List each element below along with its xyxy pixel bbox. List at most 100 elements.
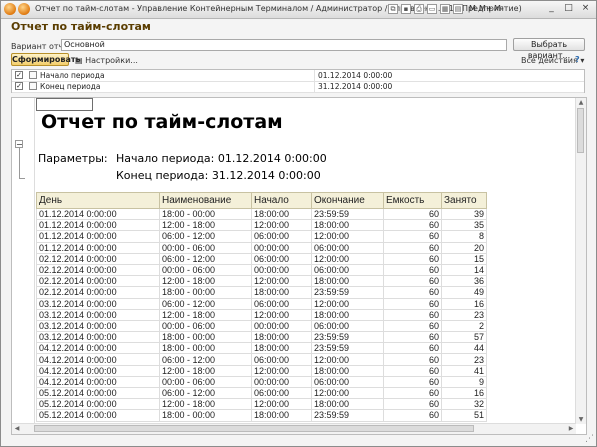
close-button[interactable]: × — [579, 3, 592, 15]
memory-plus-button[interactable]: M+ — [479, 4, 493, 13]
cell-occupied: 23 — [441, 308, 487, 321]
params-row[interactable]: ✓ Конец периода 31.12.2014 0:00:00 — [12, 81, 584, 93]
cell-occupied: 16 — [441, 297, 487, 310]
calendar-icon[interactable]: ▤ — [453, 4, 463, 14]
table-row[interactable]: 05.12.2014 0:00:00 12:00 - 18:00 12:00:00 1… — [36, 398, 487, 411]
cell-capacity: 60 — [383, 275, 442, 288]
table-row[interactable]: 03.12.2014 0:00:00 12:00 - 18:00 12:00:00 1… — [36, 308, 487, 321]
cell-capacity: 60 — [383, 241, 442, 254]
cell-name: 12:00 - 18:00 — [159, 219, 252, 232]
param-name: Конец периода — [40, 82, 101, 91]
save-icon[interactable]: ▪ — [401, 4, 411, 14]
table-row[interactable]: 02.12.2014 0:00:00 06:00 - 12:00 06:00:00 1… — [36, 252, 487, 265]
scroll-left-icon[interactable]: ◀ — [12, 424, 22, 433]
cell-capacity: 60 — [383, 207, 442, 221]
table-row[interactable]: 02.12.2014 0:00:00 12:00 - 18:00 12:00:00 1… — [36, 275, 487, 288]
cell-start: 12:00:00 — [251, 364, 312, 377]
cell-day: 02.12.2014 0:00:00 — [36, 263, 160, 277]
cell-occupied: 14 — [441, 263, 487, 277]
horizontal-scrollbar[interactable]: ◀ ▶ — [12, 423, 576, 434]
table-row[interactable]: 04.12.2014 0:00:00 00:00 - 06:00 00:00:00 0… — [36, 375, 487, 389]
cell-end: 12:00:00 — [311, 297, 384, 310]
param-start-text: Начало периода: 01.12.2014 0:00:00 — [116, 152, 327, 165]
cell-start: 18:00:00 — [251, 331, 312, 344]
param-checkbox[interactable]: ✓ — [15, 82, 23, 90]
cell-capacity: 60 — [383, 308, 442, 321]
cell-day: 01.12.2014 0:00:00 — [36, 230, 160, 243]
cell-day: 01.12.2014 0:00:00 — [36, 219, 160, 232]
memory-minus-button[interactable]: M- — [494, 4, 504, 13]
cell-occupied: 32 — [441, 398, 487, 411]
table-row[interactable]: 05.12.2014 0:00:00 06:00 - 12:00 06:00:00 1… — [36, 386, 487, 400]
cell-name: 06:00 - 12:00 — [159, 230, 252, 243]
print-icon[interactable]: ⎙ — [414, 4, 424, 14]
table-row[interactable]: 03.12.2014 0:00:00 00:00 - 06:00 00:00:00 0… — [36, 319, 487, 333]
table-row[interactable]: 01.12.2014 0:00:00 18:00 - 00:00 18:00:00 2… — [36, 207, 487, 221]
cell-name: 12:00 - 18:00 — [159, 275, 252, 288]
group-gutter: − — [12, 98, 35, 434]
table-row[interactable]: 01.12.2014 0:00:00 00:00 - 06:00 00:00:00 0… — [36, 241, 487, 254]
cell-occupied: 9 — [441, 375, 487, 389]
table-row[interactable]: 04.12.2014 0:00:00 06:00 - 12:00 06:00:00 1… — [36, 353, 487, 366]
variant-field[interactable]: Основной — [61, 39, 507, 51]
cell-end: 18:00:00 — [311, 364, 384, 377]
help-button[interactable]: ? — [575, 55, 580, 64]
cell-day: 03.12.2014 0:00:00 — [36, 319, 160, 333]
cell-end: 23:59:59 — [311, 286, 384, 299]
scroll-right-icon[interactable]: ▶ — [566, 424, 576, 433]
cell-day: 02.12.2014 0:00:00 — [36, 286, 160, 299]
cell-start: 00:00:00 — [251, 263, 312, 277]
cell-capacity: 60 — [383, 353, 442, 366]
report-document[interactable]: − Отчет по тайм-слотам Параметры: Начало… — [11, 97, 587, 435]
table-row[interactable]: 03.12.2014 0:00:00 18:00 - 00:00 18:00:00 2… — [36, 331, 487, 344]
calculator-icon[interactable]: ▦ — [440, 4, 450, 14]
column-header-end: Окончание — [311, 192, 384, 209]
cell-name: 06:00 - 12:00 — [159, 252, 252, 265]
back-orb-icon[interactable] — [18, 3, 30, 15]
table-row[interactable]: 01.12.2014 0:00:00 12:00 - 18:00 12:00:00 1… — [36, 219, 487, 232]
param-checkbox[interactable]: ✓ — [15, 71, 23, 79]
generate-button[interactable]: Сформировать — [11, 53, 81, 66]
report-heading: Отчет по тайм-слотам — [41, 111, 283, 133]
cell-name: 06:00 - 12:00 — [159, 353, 252, 366]
cell-capacity: 60 — [383, 331, 442, 344]
cell-start: 00:00:00 — [251, 319, 312, 333]
maximize-button[interactable]: □ — [562, 3, 575, 15]
copy-icon[interactable]: ⧉ — [388, 4, 398, 14]
table-row[interactable]: 04.12.2014 0:00:00 18:00 - 00:00 18:00:00 2… — [36, 342, 487, 355]
column-header-start: Начало — [251, 192, 312, 209]
table-row[interactable]: 02.12.2014 0:00:00 18:00 - 00:00 18:00:00 2… — [36, 286, 487, 299]
cell-start: 18:00:00 — [251, 207, 312, 221]
cell-occupied: 23 — [441, 353, 487, 366]
table-row[interactable]: 04.12.2014 0:00:00 12:00 - 18:00 12:00:00 1… — [36, 364, 487, 377]
scroll-down-icon[interactable]: ▼ — [576, 415, 586, 424]
param-value[interactable]: 31.12.2014 0:00:00 — [318, 82, 392, 91]
horizontal-scroll-thumb[interactable] — [34, 425, 474, 432]
param-value[interactable]: 01.12.2014 0:00:00 — [318, 71, 392, 80]
cell-day: 04.12.2014 0:00:00 — [36, 375, 160, 389]
cell-start: 06:00:00 — [251, 252, 312, 265]
preview-icon[interactable]: ▭ — [427, 4, 437, 14]
vertical-scrollbar[interactable]: ▲ ▼ — [575, 98, 586, 424]
cell-capacity: 60 — [383, 252, 442, 265]
cell-day: 03.12.2014 0:00:00 — [36, 331, 160, 344]
cell-name: 00:00 - 06:00 — [159, 319, 252, 333]
table-row[interactable]: 01.12.2014 0:00:00 06:00 - 12:00 06:00:00 1… — [36, 230, 487, 243]
app-menu-orb-icon[interactable] — [4, 3, 16, 15]
settings-button[interactable]: ▤ Настройки... — [75, 56, 138, 65]
scroll-up-icon[interactable]: ▲ — [576, 98, 586, 107]
table-row[interactable]: 03.12.2014 0:00:00 06:00 - 12:00 06:00:00 1… — [36, 297, 487, 310]
title-toolbar: ⧉ ▪ ⎙ ▭ ▦ ▤ — [388, 4, 463, 14]
table-row[interactable]: 02.12.2014 0:00:00 00:00 - 06:00 00:00:00 0… — [36, 263, 487, 277]
cell-day: 02.12.2014 0:00:00 — [36, 252, 160, 265]
collapse-group-icon[interactable]: − — [15, 140, 23, 149]
cell-end: 12:00:00 — [311, 252, 384, 265]
minimize-button[interactable]: _ — [545, 3, 558, 15]
vertical-scroll-thumb[interactable] — [577, 108, 584, 153]
column-header-name: Наименование — [159, 192, 252, 209]
table-row[interactable]: 05.12.2014 0:00:00 18:00 - 00:00 18:00:00 2… — [36, 409, 487, 422]
choose-variant-button[interactable]: Выбрать вариант... — [513, 38, 585, 60]
memory-m-button[interactable]: M — [469, 4, 476, 13]
resize-grip-icon[interactable]: ⋰ — [585, 434, 594, 444]
table-body: 01.12.2014 0:00:00 18:00 - 00:00 18:00:00 2… — [36, 207, 487, 422]
